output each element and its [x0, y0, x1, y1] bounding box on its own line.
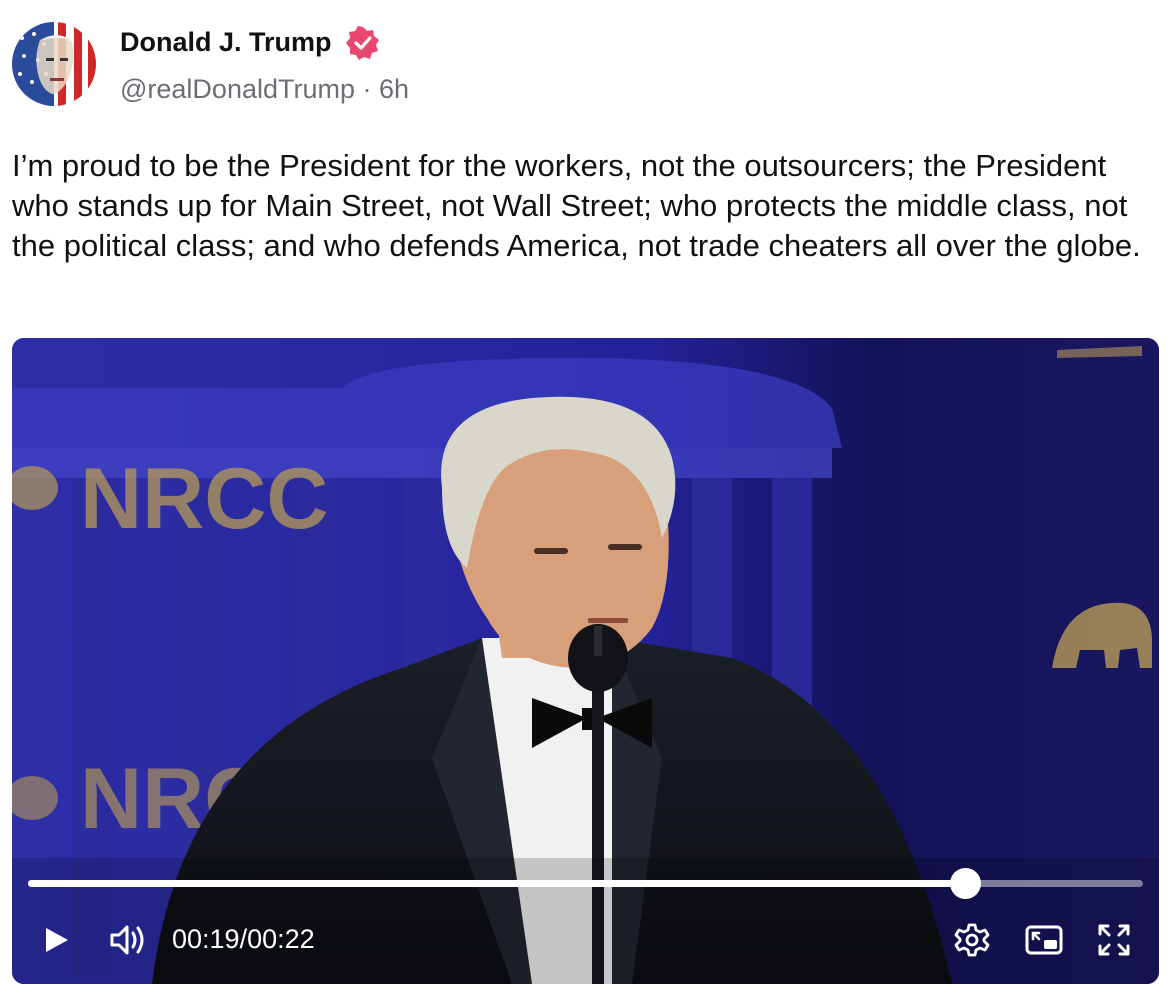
play-icon	[46, 928, 68, 952]
post-meta: @realDonaldTrump · 6h	[120, 74, 409, 105]
video-frame: NRCC NRCC	[12, 338, 1159, 984]
meta-separator: ·	[362, 74, 372, 104]
author-handle[interactable]: @realDonaldTrump	[120, 74, 355, 104]
progress-bar[interactable]	[28, 868, 1143, 899]
current-time: 00:19	[172, 924, 240, 954]
volume-button[interactable]	[106, 920, 150, 960]
avatar[interactable]	[12, 22, 96, 106]
pip-button[interactable]	[1022, 920, 1066, 960]
volume-icon	[110, 925, 144, 955]
author-name[interactable]: Donald J. Trump	[120, 27, 332, 58]
time-separator: /	[239, 924, 248, 954]
avatar-image	[12, 22, 96, 106]
time-display: 00:19/00:22	[172, 924, 315, 955]
verified-badge-icon	[346, 26, 379, 60]
post-text: I’m proud to be the President for the wo…	[12, 148, 1141, 263]
fullscreen-icon	[1098, 924, 1130, 956]
fullscreen-button[interactable]	[1094, 920, 1134, 960]
progress-fill	[28, 880, 965, 887]
gear-icon	[954, 923, 990, 957]
video-controls: 00:19/00:22	[12, 920, 1159, 960]
picture-in-picture-icon	[1025, 925, 1063, 955]
video-player[interactable]: NRCC NRCC 00:19/00:22	[12, 338, 1159, 984]
backdrop-text: NRCC	[80, 451, 328, 547]
post-time[interactable]: 6h	[379, 74, 409, 104]
duration: 00:22	[247, 924, 315, 954]
settings-button[interactable]	[952, 920, 992, 960]
play-button[interactable]	[36, 920, 76, 960]
progress-knob[interactable]	[949, 868, 981, 899]
